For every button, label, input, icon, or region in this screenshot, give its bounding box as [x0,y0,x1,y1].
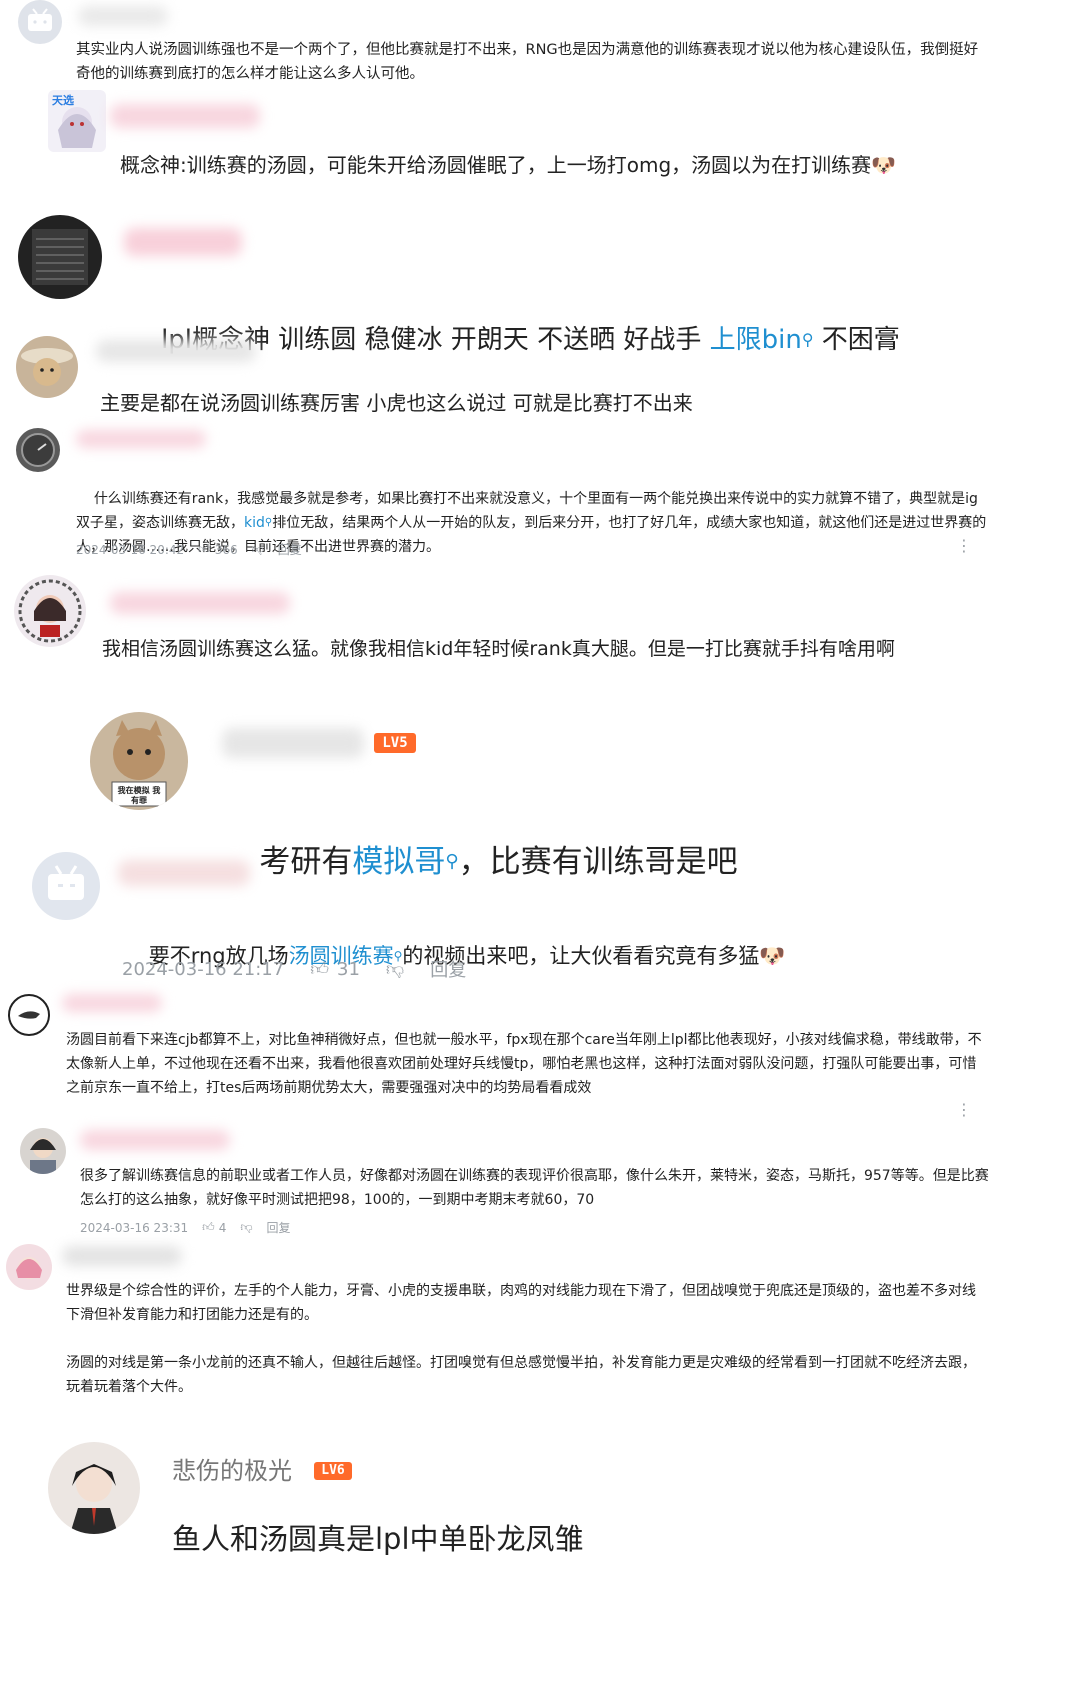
username-blurred[interactable] [78,6,168,26]
level-badge: LV5 [374,733,416,753]
more-icon[interactable]: ⋮ [956,536,972,555]
username-blurred[interactable] [222,728,364,758]
comment-text-part: ，比赛有训练哥是吧 [458,844,738,880]
avatar[interactable] [16,336,78,398]
dislike-icon[interactable]: 👎︎ [386,958,404,980]
avatar[interactable] [14,575,86,647]
search-icon: ⚲ [445,851,459,872]
avatar[interactable]: 我在模拟 我有罪 [90,712,188,810]
username-blurred[interactable] [62,1246,182,1266]
like-button[interactable]: 👍︎ 31 [310,958,360,981]
dislike-icon[interactable]: 👎︎ [240,1220,252,1235]
avatar[interactable] [20,1128,66,1174]
username-blurred[interactable] [96,340,256,362]
avatar[interactable] [18,0,62,44]
avatar[interactable] [8,994,50,1036]
timestamp: 2024-03-16 20:42 [76,542,185,557]
username-blurred[interactable] [118,860,250,886]
comment-text: 什么训练赛还有rank，我感觉最多就是参考，如果比赛打不出来就没意义，十个里面有… [76,463,991,583]
comment-text: 世界级是个综合性的评价，左手的个人能力，牙膏、小虎的支援串联，肉鸡的对线能力现在… [66,1283,976,1323]
avatar[interactable] [16,428,60,472]
username-blurred[interactable] [62,994,162,1012]
comment-text: 概念神:训练赛的汤圆，可能朱开给汤圆催眠了，上一场打omg，汤圆以为在打训练赛🐶 [120,153,897,177]
like-button[interactable]: 👍︎ 4 [202,1220,226,1235]
username[interactable]: 悲伤的极光 [172,1454,292,1488]
search-link[interactable]: kid [244,515,265,531]
like-count: 366 [214,542,238,557]
comment-text-part: 考研有 [259,844,353,880]
avatar[interactable] [18,215,102,299]
like-count: 31 [337,958,360,980]
comment-text: 汤圆目前看下来连cjb都算不上，对比鱼神稍微好点，但也就一般水平，fpx现在那个… [66,1032,982,1096]
avatar[interactable]: 天选 [48,90,106,152]
username-blurred[interactable] [80,1130,230,1150]
comment-text: 主要是都在说汤圆训练赛厉害 小虎也这么说过 可就是比赛打不出来 [100,391,693,415]
svg-text:天选: 天选 [52,93,74,107]
level-badge: LV6 [314,1462,352,1480]
comment-meta: 2024-03-16 20:42 👍︎ 366 👎︎ 回复 [76,541,302,558]
thumb-up-icon: 👍︎ [202,1220,215,1234]
avatar[interactable] [48,1442,140,1534]
comment-meta: 2024-03-16 21:17 👍︎ 31 👎︎ 回复 [122,956,466,982]
search-icon: ⚲ [801,330,814,349]
reply-button[interactable]: 回复 [278,541,302,558]
comment-text-part: 不困膏 [813,325,900,355]
username-blurred[interactable] [110,592,290,614]
username-blurred[interactable] [124,228,242,256]
search-link[interactable]: 上限bin [710,325,802,355]
comment-text-paragraph-2: 汤圆的对线是第一条小龙前的还真不输人，但越往后越怪。打团嗅觉有但总感觉慢半拍，补… [66,1355,976,1395]
comment-meta: 2024-03-16 23:31 👍︎ 4 👎︎ 回复 [80,1219,291,1236]
username-blurred[interactable] [76,430,206,448]
thumb-up-icon: 👍︎ [198,542,211,556]
comment-text: lpl概念神 训练圆 稳健冰 开朗天 不送晒 好战手 上限bin⚲ 不困膏 [128,286,1028,394]
avatar-caption: 我在模拟 我有罪 [117,786,161,805]
reply-button[interactable]: 回复 [267,1219,291,1236]
reply-button[interactable]: 回复 [430,956,466,982]
like-button[interactable]: 👍︎ 366 [198,542,237,557]
search-link[interactable]: 模拟哥 [352,844,445,880]
comment-text: 我相信汤圆训练赛这么猛。就像我相信kid年轻时候rank真大腿。但是一打比赛就手… [102,638,895,660]
timestamp: 2024-03-16 23:31 [80,1220,189,1235]
username-blurred[interactable] [110,104,260,128]
more-icon[interactable]: ⋮ [956,1100,972,1119]
comment-text: 很多了解训练赛信息的前职业或者工作人员，好像都对汤圆在训练赛的表现评价很高耶，像… [80,1168,989,1208]
like-count: 4 [218,1220,227,1235]
thumb-up-icon: 👍︎ [310,959,330,980]
dislike-icon[interactable]: 👎︎ [252,542,264,557]
comment-text: 其实业内人说汤圆训练强也不是一个两个了，但他比赛就是打不出来，RNG也是因为满意… [76,42,979,82]
comment-text: 鱼人和汤圆真是lpl中单卧龙凤雏 [172,1522,584,1556]
timestamp: 2024-03-16 21:17 [122,958,285,980]
avatar[interactable] [6,1244,52,1290]
avatar[interactable] [32,852,100,920]
